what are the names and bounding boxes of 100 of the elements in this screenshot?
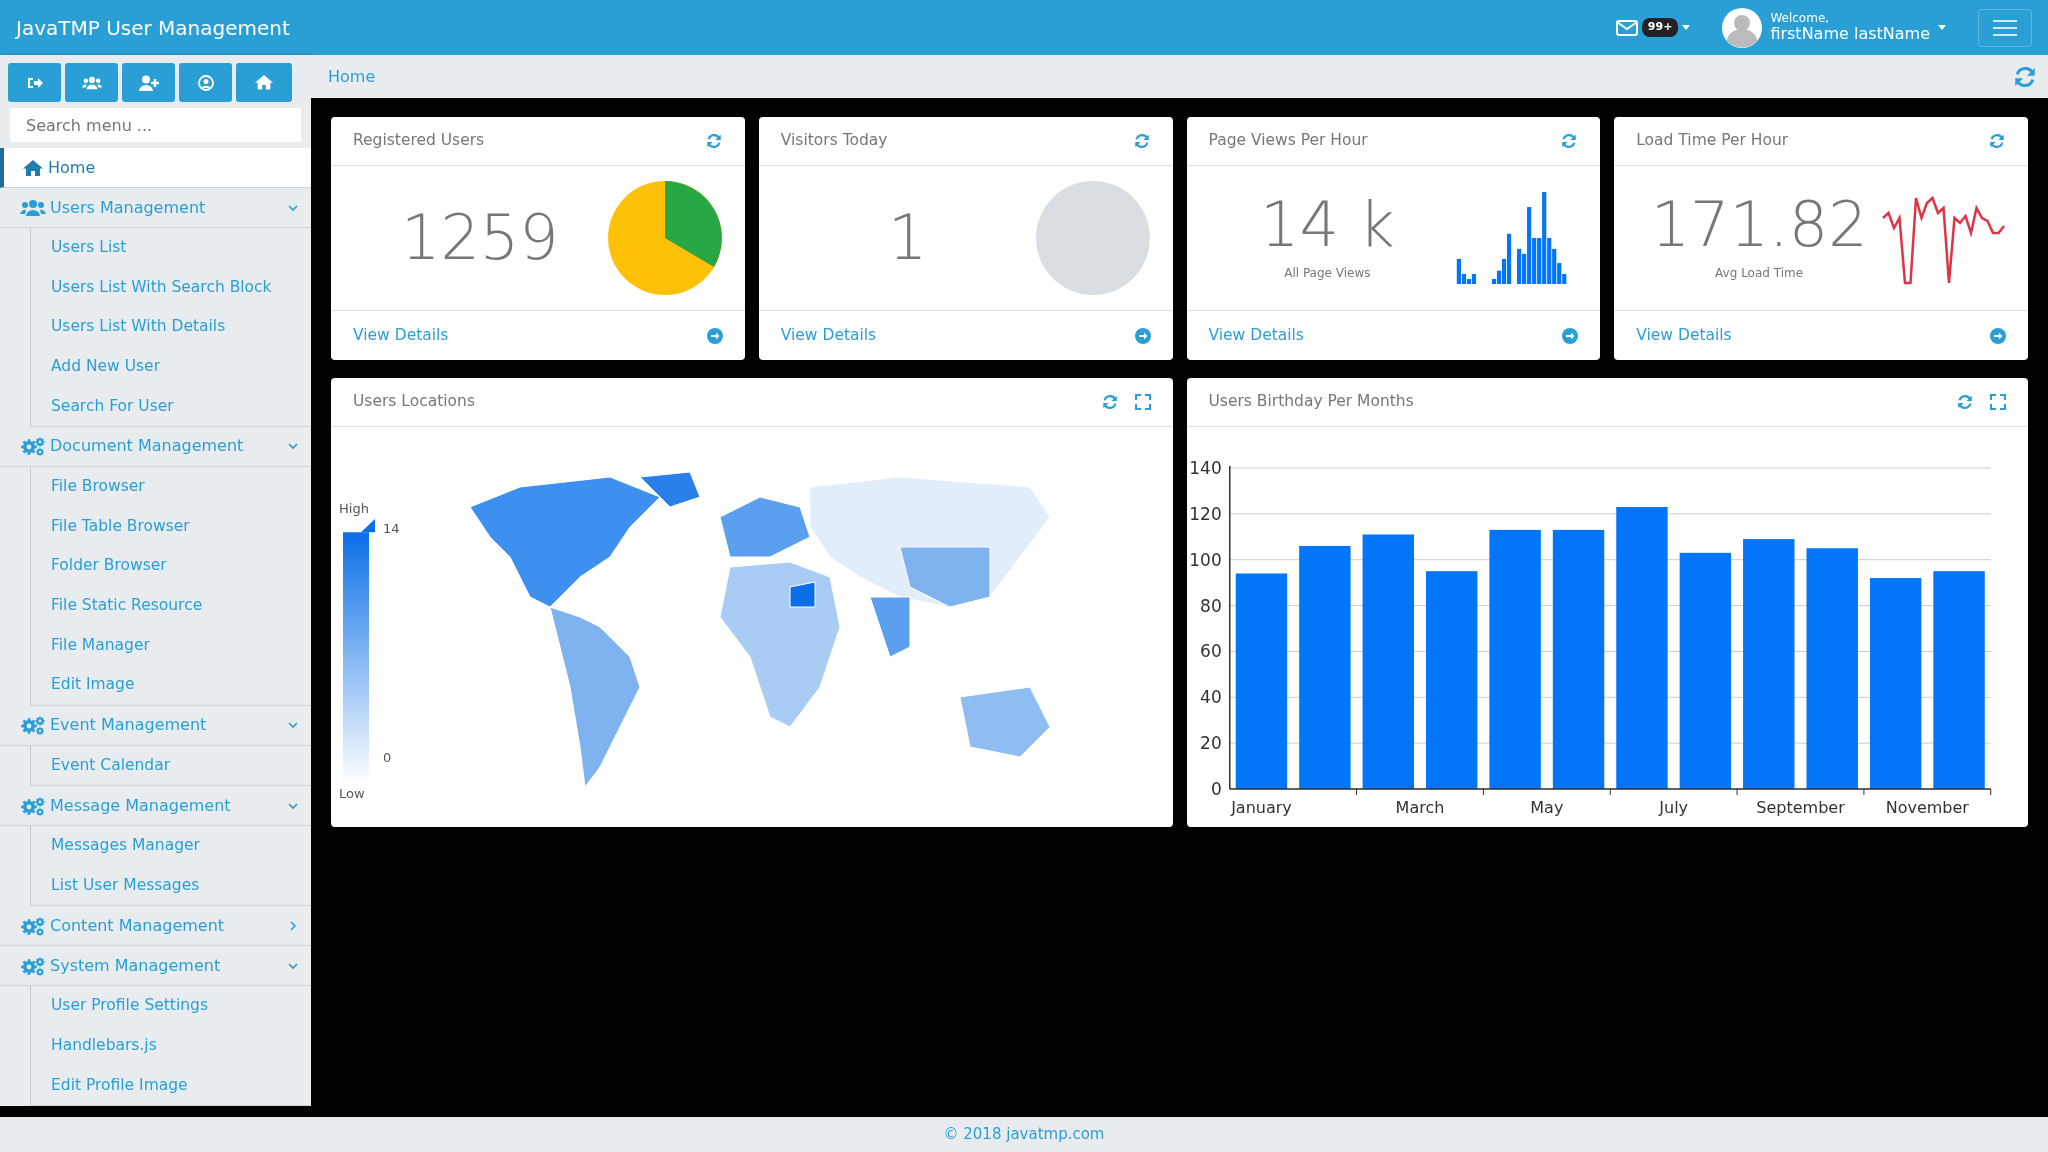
y-tick-label: 80: [1199, 595, 1222, 616]
user-name: firstName lastName: [1770, 25, 1930, 43]
x-tick-label: September: [1755, 798, 1845, 817]
sidebar-item[interactable]: Home: [0, 148, 311, 188]
view-details-link[interactable]: View Details: [1208, 323, 1304, 348]
sidebar-subitem[interactable]: Edit Image: [31, 664, 311, 705]
y-tick-label: 120: [1188, 503, 1222, 524]
card-title: Users Birthday Per Months: [1208, 391, 1414, 413]
legend-max-value: 14: [383, 519, 400, 538]
footer-text: © 2018 javatmp.com: [943, 1124, 1105, 1146]
sidebar-item[interactable]: Message Management: [0, 786, 311, 827]
user-menu[interactable]: Welcome, firstName lastName: [1722, 7, 1946, 48]
sidebar-subitem[interactable]: Handlebars.js: [31, 1025, 311, 1066]
sidebar-subitem[interactable]: File Static Resource: [31, 585, 311, 626]
users-icon: [20, 198, 46, 217]
card-title: Load Time Per Hour: [1636, 130, 1789, 152]
menu-icon: [1993, 18, 2017, 37]
sidebar-subitem[interactable]: Messages Manager: [31, 826, 311, 866]
arrow-circle-icon[interactable]: [706, 327, 723, 344]
sidebar-subitem[interactable]: User Profile Settings: [31, 986, 311, 1026]
sidebar-item[interactable]: System Management: [0, 946, 311, 987]
home-icon: [22, 158, 44, 177]
y-tick-label: 60: [1199, 641, 1222, 662]
expand-icon[interactable]: [1990, 394, 2006, 410]
caret-icon: [1682, 25, 1691, 30]
arrow-circle-icon[interactable]: [1990, 327, 2006, 344]
app-title: JavaTMP User Management: [16, 14, 290, 42]
gears-icon: [20, 915, 46, 936]
y-tick-label: 100: [1188, 549, 1222, 570]
sidebar-subitem[interactable]: Edit Profile Image: [31, 1065, 311, 1106]
y-tick-label: 40: [1199, 687, 1222, 708]
home-button[interactable]: [236, 63, 292, 102]
x-tick-label: November: [1885, 798, 1969, 817]
add-user-button[interactable]: [122, 63, 175, 102]
user-plus-icon: [137, 74, 160, 91]
view-details-link[interactable]: View Details: [1636, 323, 1732, 348]
sidebar-subitem[interactable]: File Browser: [31, 466, 311, 507]
gears-icon: [20, 795, 46, 816]
stat-caption: All Page Views: [1284, 265, 1371, 282]
stat-value: 171.82: [1650, 194, 1868, 256]
sidebar-item[interactable]: Event Management: [0, 705, 311, 746]
x-tick-label: July: [1658, 798, 1688, 817]
sign-out-icon: [26, 75, 43, 90]
envelope-icon: [1615, 19, 1638, 36]
legend-high-label: High: [339, 500, 370, 518]
stat-value: 14 k: [1260, 194, 1395, 256]
legend-low-label: Low: [339, 784, 366, 803]
message-count-badge: 99+: [1641, 18, 1679, 37]
x-tick-label: January: [1230, 798, 1292, 817]
gears-icon: [20, 715, 46, 736]
welcome-text: Welcome,: [1770, 12, 1831, 26]
expand-icon[interactable]: [1134, 394, 1151, 410]
users-button[interactable]: [65, 63, 118, 102]
gears-icon: [20, 955, 46, 976]
home-icon: [254, 74, 274, 91]
menu-button[interactable]: [1978, 8, 2032, 47]
sidebar-subitem[interactable]: Add New User: [31, 346, 311, 387]
refresh-icon[interactable]: [1560, 132, 1579, 150]
refresh-icon[interactable]: [704, 132, 723, 150]
legend-min-value: 0: [383, 749, 393, 767]
messages-dropdown[interactable]: 99+: [1615, 18, 1691, 37]
sidebar-subitem[interactable]: File Manager: [31, 625, 311, 665]
y-tick-label: 20: [1199, 733, 1222, 754]
arrow-circle-icon[interactable]: [1134, 327, 1151, 344]
caret-icon: [1938, 25, 1946, 30]
refresh-icon[interactable]: [1132, 132, 1151, 150]
sidebar-item[interactable]: Users Management: [0, 188, 311, 228]
search-field[interactable]: Search menu ...: [10, 108, 301, 142]
gears-icon: [20, 436, 46, 457]
user-circle-icon: [197, 74, 214, 91]
stat-value: 1259: [400, 207, 559, 269]
avatar-icon: [1722, 7, 1763, 48]
sidebar-item[interactable]: Document Management: [0, 426, 311, 467]
card-title: Visitors Today: [780, 130, 888, 152]
chevron-right-icon: [287, 919, 299, 932]
sidebar-subitem[interactable]: Event Calendar: [31, 745, 311, 786]
sidebar-subitem[interactable]: Folder Browser: [31, 546, 311, 586]
refresh-icon[interactable]: [1100, 393, 1119, 411]
sidebar-subitem[interactable]: Search For User: [31, 386, 311, 426]
view-details-link[interactable]: View Details: [353, 323, 449, 348]
x-tick-label: March: [1395, 798, 1444, 817]
refresh-icon[interactable]: [1988, 132, 2006, 150]
y-tick-label: 0: [1210, 779, 1222, 799]
view-details-link[interactable]: View Details: [780, 323, 877, 348]
refresh-icon[interactable]: [1956, 393, 1974, 411]
card-title: Users Locations: [353, 391, 475, 413]
stat-value: 1: [887, 207, 928, 269]
arrow-circle-icon[interactable]: [1562, 327, 1579, 344]
card-title: Registered Users: [353, 130, 485, 152]
stat-caption: Avg Load Time: [1715, 265, 1804, 282]
profile-button[interactable]: [179, 63, 232, 102]
logout-button[interactable]: [8, 63, 61, 102]
sidebar-subitem[interactable]: Users List With Search Block: [31, 267, 311, 308]
sidebar-subitem[interactable]: Users List With Details: [31, 307, 311, 347]
sidebar-subitem[interactable]: File Table Browser: [31, 506, 311, 547]
breadcrumb-link[interactable]: Home: [328, 64, 376, 89]
sidebar-subitem[interactable]: Users List: [31, 228, 311, 268]
sidebar-item[interactable]: Content Management: [0, 906, 311, 947]
card-title: Page Views Per Hour: [1208, 130, 1368, 152]
sidebar-subitem[interactable]: List User Messages: [31, 865, 311, 906]
